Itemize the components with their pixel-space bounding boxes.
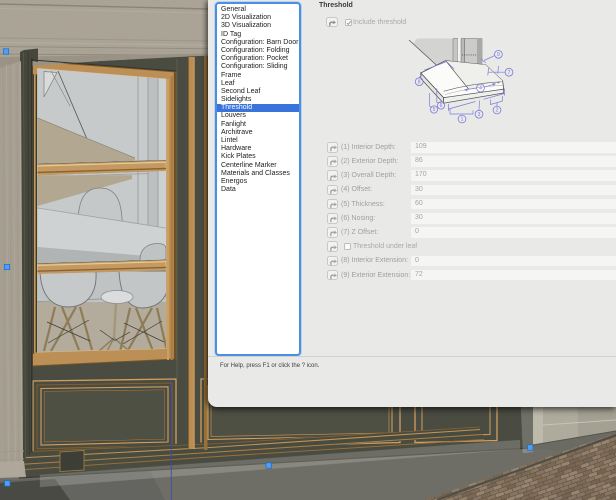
svg-text:+: + [497,81,500,87]
svg-text:8: 8 [418,79,421,85]
svg-text:6: 6 [440,103,443,109]
svg-text:2: 2 [496,108,499,114]
svg-text:9: 9 [497,52,500,58]
svg-text:4: 4 [479,86,482,92]
svg-text:5: 5 [433,107,436,113]
svg-text:1: 1 [461,117,464,123]
svg-text:7: 7 [508,70,511,76]
svg-text:3: 3 [478,112,481,118]
